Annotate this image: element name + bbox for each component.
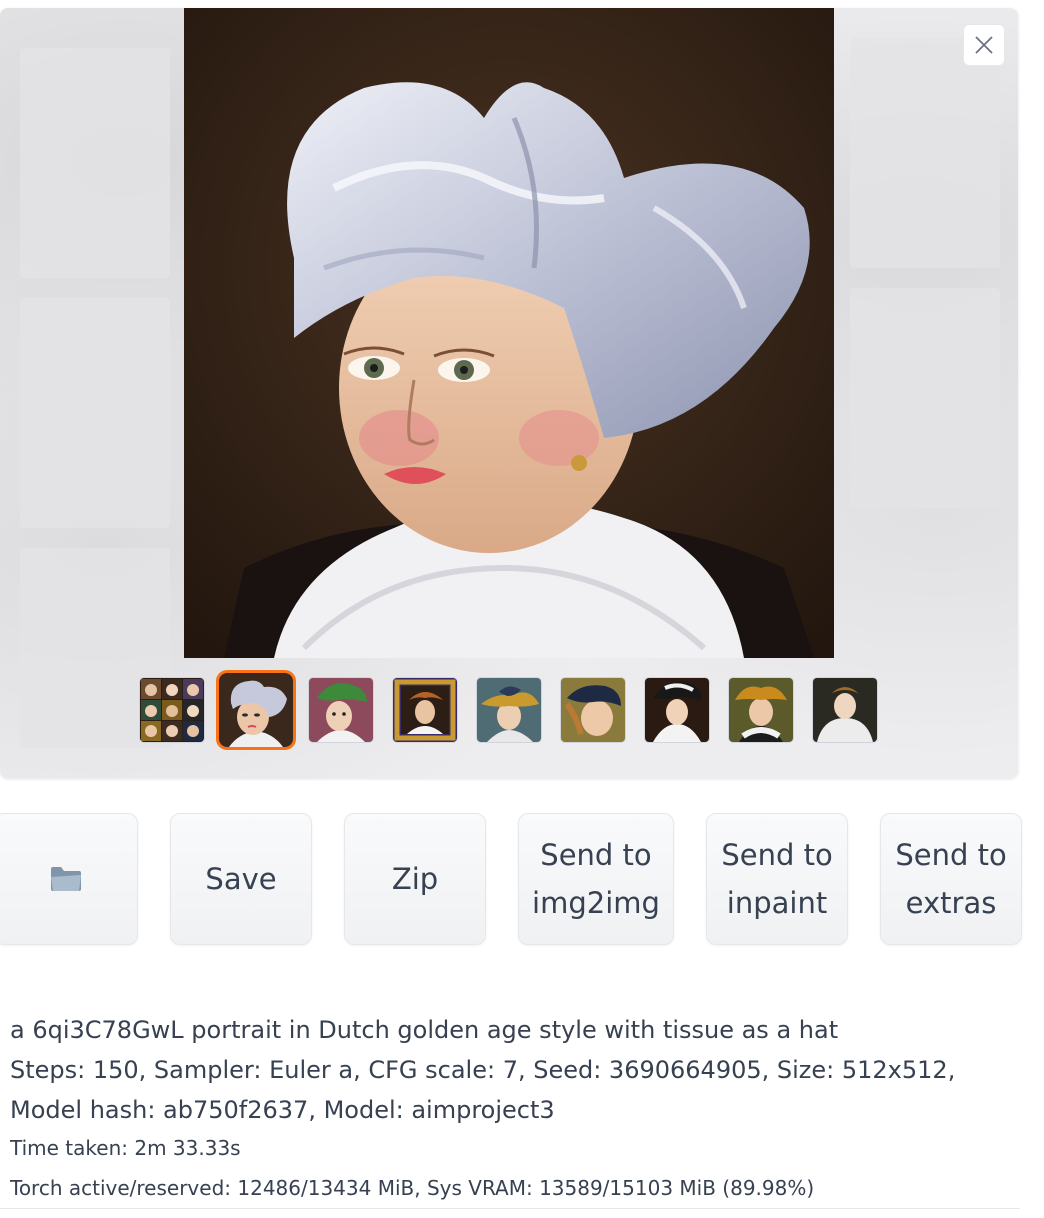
- thumbnail-black-hat[interactable]: [645, 678, 709, 742]
- vram-usage: Torch active/reserved: 12486/13434 MiB, …: [10, 1176, 815, 1200]
- thumbnail-white-hat-selected[interactable]: [219, 673, 293, 747]
- zip-button[interactable]: Zip: [344, 813, 486, 945]
- folder-icon: [51, 867, 81, 891]
- open-folder-button[interactable]: [0, 813, 138, 945]
- close-icon: [975, 36, 993, 54]
- thumbnail-grid[interactable]: [140, 678, 204, 742]
- generation-parameters: Steps: 150, Sampler: Euler a, CFG scale:…: [10, 1056, 956, 1124]
- main-preview-image[interactable]: [184, 8, 834, 658]
- thumbnail-green-hat[interactable]: [309, 678, 373, 742]
- save-button[interactable]: Save: [170, 813, 312, 945]
- send-to-inpaint-button[interactable]: Send to inpaint: [706, 813, 848, 945]
- image-gallery: [0, 8, 1018, 778]
- send-to-img2img-button[interactable]: Send to img2img: [518, 813, 674, 945]
- prompt-text: a 6qi3C78GwL portrait in Dutch golden ag…: [10, 1016, 839, 1044]
- thumbnail-gold-bow[interactable]: [729, 678, 793, 742]
- divider: [0, 1208, 1020, 1209]
- portrait-painting: [184, 8, 834, 658]
- thumbnail-gold-hat[interactable]: [477, 678, 541, 742]
- close-preview-button[interactable]: [963, 24, 1005, 66]
- generation-info: a 6qi3C78GwL portrait in Dutch golden ag…: [10, 1010, 1010, 1130]
- send-to-extras-button[interactable]: Send to extras: [880, 813, 1022, 945]
- time-taken: Time taken: 2m 33.33s: [10, 1136, 241, 1160]
- thumbnail-ruff-collar[interactable]: [813, 678, 877, 742]
- thumbnail-navy-hat[interactable]: [561, 678, 625, 742]
- thumbnail-framed[interactable]: [393, 678, 457, 742]
